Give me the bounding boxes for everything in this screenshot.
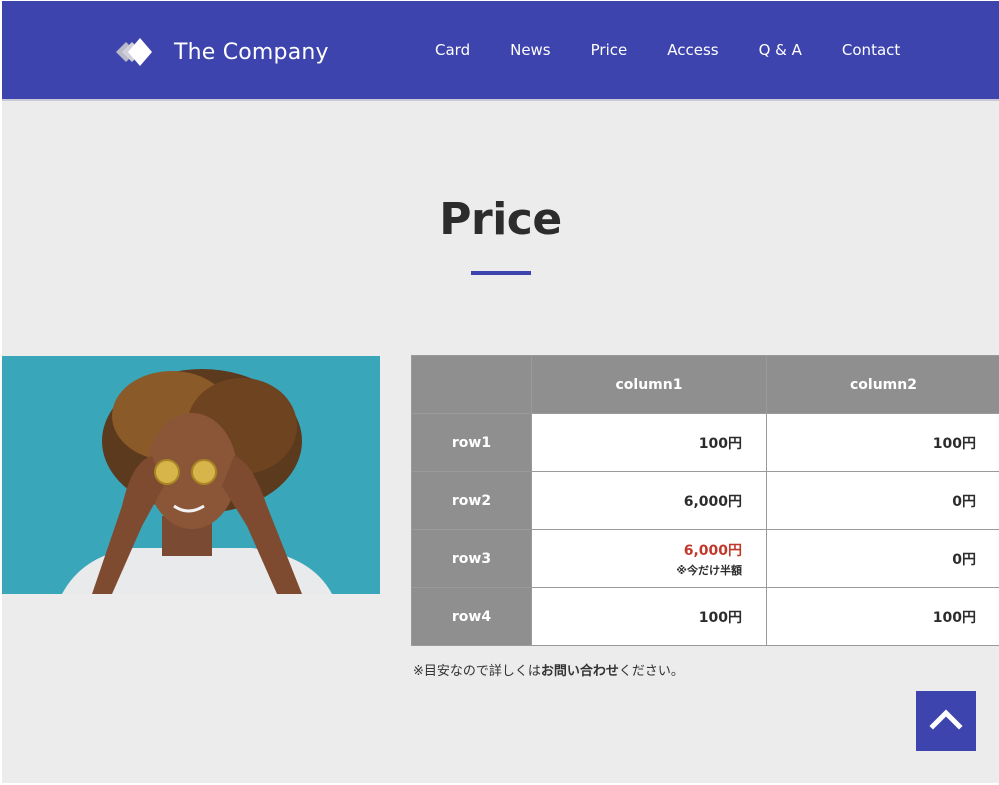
main-nav: Card News Price Access Q & A Contact [435,41,900,59]
title-underline [471,271,531,275]
nav-price[interactable]: Price [591,41,628,59]
discount-price: 6,000円 [683,542,742,559]
price-table: column1 column2 row1 100円 100円 row2 6,00… [411,355,999,646]
page-frame: The Company Card News Price Access Q & A… [2,1,999,783]
table-row: row1 100円 100円 [411,413,999,472]
back-to-top-button[interactable] [916,691,976,751]
table-cell: 6,000円 [531,471,767,530]
price-footnote: ※目安なので詳しくはお問い合わせください。 [413,660,684,679]
price-photo [2,356,380,594]
footnote-prefix: ※目安なので詳しくは [413,664,541,679]
contact-link[interactable]: お問い合わせ [541,664,619,679]
table-row: row2 6,000円 0円 [411,471,999,530]
table-cell: 100円 [531,587,767,646]
nav-contact[interactable]: Contact [842,41,900,59]
discount-note: ※今だけ半額 [676,563,742,577]
table-cell: 0円 [766,471,999,530]
table-cell-highlight: 6,000円 ※今だけ半額 [531,529,767,588]
nav-news[interactable]: News [510,41,551,59]
table-cell: 100円 [531,413,767,472]
table-header-corner [411,355,532,414]
site-header: The Company Card News Price Access Q & A… [2,1,999,101]
table-header-row: column1 column2 [411,355,999,414]
nav-qa[interactable]: Q & A [759,41,802,59]
footnote-suffix: ください。 [618,664,684,679]
table-cell: 100円 [766,413,999,472]
logo[interactable]: The Company [112,32,329,72]
chevron-up-icon [929,708,963,734]
nav-access[interactable]: Access [667,41,718,59]
nav-card[interactable]: Card [435,41,470,59]
table-row: row4 100円 100円 [411,587,999,646]
table-header-column1: column1 [531,355,767,414]
diamond-logo-icon [112,32,166,72]
table-cell: 0円 [766,529,999,588]
row-label: row2 [411,471,532,530]
row-label: row1 [411,413,532,472]
logo-text: The Company [174,39,329,65]
table-header-column2: column2 [766,355,999,414]
table-row: row3 6,000円 ※今だけ半額 0円 [411,529,999,588]
row-label: row3 [411,529,532,588]
page-title: Price [439,194,562,245]
row-label: row4 [411,587,532,646]
table-cell: 100円 [766,587,999,646]
